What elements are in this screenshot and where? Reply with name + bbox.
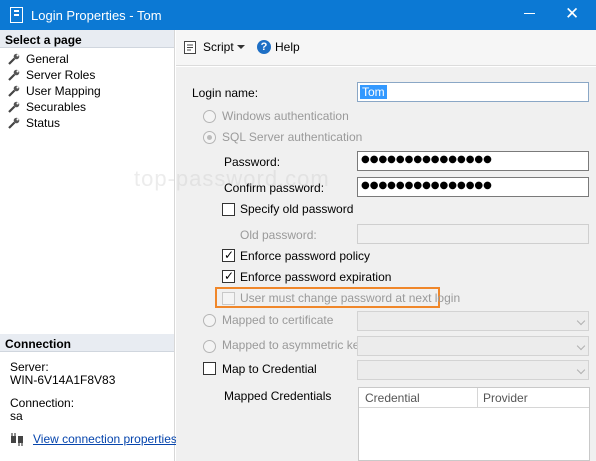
asymmetric-key-select[interactable]	[357, 336, 589, 356]
connection-heading: Connection	[0, 334, 174, 352]
wrench-icon	[8, 53, 20, 65]
grid-column-divider[interactable]	[477, 388, 478, 408]
map-to-credential-label: Map to Credential	[222, 362, 317, 376]
script-icon	[184, 41, 196, 54]
enforce-password-policy-checkbox[interactable]: ✓	[222, 248, 235, 262]
password-input[interactable]: ●●●●●●●●●●●●●●●	[357, 151, 589, 171]
wrench-icon	[8, 85, 20, 97]
connection-value: sa	[10, 409, 23, 423]
must-change-password-checkbox[interactable]	[222, 292, 235, 305]
credential-select[interactable]	[357, 360, 589, 380]
password-label: Password:	[224, 155, 281, 169]
map-to-credential-checkbox[interactable]	[203, 362, 216, 375]
page-securables[interactable]: Securables	[0, 99, 174, 115]
windows-auth-radio[interactable]	[203, 110, 216, 123]
login-name-value: Tom	[360, 85, 387, 99]
specify-old-password-checkbox[interactable]	[222, 203, 235, 216]
checkmark-icon: ✓	[224, 248, 235, 262]
page-label: General	[26, 52, 69, 66]
must-change-password-label: User must change password at next login	[240, 291, 461, 305]
sql-auth-label: SQL Server authentication	[222, 130, 363, 144]
page-server-roles[interactable]: Server Roles	[0, 67, 174, 83]
enforce-password-expiration-checkbox[interactable]: ✓	[222, 269, 235, 283]
password-mask: ●●●●●●●●●●●●●●●	[361, 154, 492, 165]
select-page-heading: Select a page	[0, 30, 174, 48]
help-icon[interactable]: ?	[257, 40, 271, 54]
mapped-credentials-label: Mapped Credentials	[224, 389, 332, 403]
enforce-password-expiration-label: Enforce password expiration	[240, 270, 392, 284]
grid-header-provider: Provider	[483, 391, 528, 405]
window-title: Login Properties - Tom	[31, 8, 162, 23]
confirm-password-mask: ●●●●●●●●●●●●●●●	[361, 180, 492, 191]
page-status[interactable]: Status	[0, 115, 174, 131]
view-connection-properties-link[interactable]: View connection properties	[33, 432, 177, 446]
windows-auth-label: Windows authentication	[222, 109, 349, 123]
confirm-password-label: Confirm password:	[224, 181, 325, 195]
wrench-icon	[8, 69, 20, 81]
mapped-certificate-radio[interactable]	[203, 314, 216, 327]
mapped-asymmetric-key-label: Mapped to asymmetric key	[222, 338, 366, 352]
page-label: Securables	[26, 100, 87, 114]
plug-icon	[11, 433, 23, 446]
server-value: WIN-6V14A1F8V83	[10, 373, 116, 387]
chevron-down-icon	[576, 341, 586, 351]
page-general[interactable]: General	[0, 51, 174, 67]
mapped-asymmetric-key-radio[interactable]	[203, 340, 216, 353]
page-label: Status	[26, 116, 61, 130]
old-password-label: Old password:	[240, 228, 317, 242]
page-user-mapping[interactable]: User Mapping	[0, 83, 174, 99]
grid-header: Credential Provider	[359, 388, 589, 408]
script-button[interactable]: Script	[203, 40, 234, 54]
app-icon	[10, 7, 23, 23]
mapped-certificate-label: Mapped to certificate	[222, 313, 334, 327]
close-button[interactable]: ✕	[565, 3, 579, 25]
login-name-label: Login name:	[192, 86, 259, 100]
script-dropdown-arrow[interactable]	[237, 45, 245, 49]
toolbar: Script ? Help	[176, 30, 596, 66]
confirm-password-input[interactable]: ●●●●●●●●●●●●●●●	[357, 177, 589, 197]
sql-auth-radio[interactable]	[203, 131, 216, 144]
page-label: User Mapping	[26, 84, 101, 98]
wrench-icon	[8, 101, 20, 113]
grid-header-credential: Credential	[365, 391, 420, 405]
wrench-icon	[8, 117, 20, 129]
certificate-select[interactable]	[357, 311, 589, 331]
mapped-credentials-grid[interactable]: Credential Provider	[358, 387, 590, 461]
page-label: Server Roles	[26, 68, 96, 82]
title-bar: Login Properties - Tom ✕	[0, 0, 596, 30]
chevron-down-icon	[576, 365, 586, 375]
minimize-button[interactable]	[524, 13, 535, 14]
login-name-input[interactable]: Tom	[357, 82, 589, 102]
specify-old-password-label: Specify old password	[240, 202, 354, 216]
checkmark-icon: ✓	[224, 269, 235, 283]
enforce-password-policy-label: Enforce password policy	[240, 249, 371, 263]
help-button[interactable]: Help	[275, 40, 300, 54]
old-password-input[interactable]	[357, 224, 589, 244]
chevron-down-icon	[576, 316, 586, 326]
